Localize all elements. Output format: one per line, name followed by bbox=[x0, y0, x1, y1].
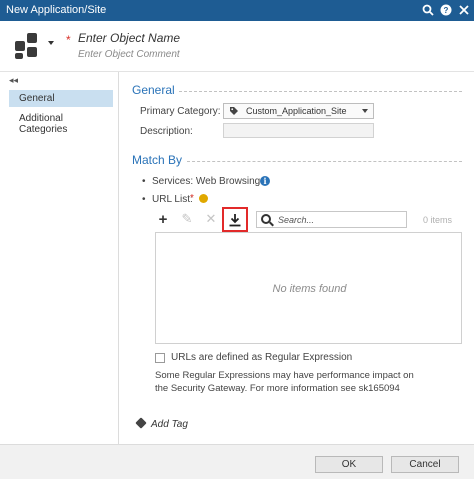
url-list-label: URL List: bbox=[152, 194, 193, 205]
window-title: New Application/Site bbox=[6, 4, 107, 16]
collapse-sidebar-icon[interactable]: ◂◂ bbox=[9, 75, 18, 86]
help-icon[interactable]: ? bbox=[438, 2, 454, 18]
primary-category-value: Custom_Application_Site bbox=[246, 106, 347, 116]
download-icon bbox=[229, 213, 241, 226]
primary-category-label: Primary Category: bbox=[140, 106, 221, 117]
delete-x-icon[interactable]: ✕ bbox=[203, 211, 219, 227]
regex-checkbox-label: URLs are defined as Regular Expression bbox=[171, 352, 353, 363]
add-tag-button[interactable]: Add Tag bbox=[135, 417, 188, 430]
empty-list-message: No items found bbox=[272, 283, 347, 295]
section-divider bbox=[179, 91, 462, 92]
import-button[interactable] bbox=[222, 207, 248, 232]
services-text: Services: Web Browsing bbox=[152, 176, 261, 187]
tag-icon bbox=[230, 107, 238, 115]
object-name-field[interactable]: Enter Object Name bbox=[78, 31, 180, 45]
bullet-icon: • bbox=[142, 176, 146, 187]
chevron-down-icon bbox=[362, 109, 368, 113]
general-section-heading: General bbox=[132, 83, 175, 97]
regex-note: Some Regular Expressions may have perfor… bbox=[155, 370, 414, 394]
dialog-footer: OK Cancel bbox=[0, 444, 474, 479]
bullet-icon: • bbox=[142, 194, 146, 205]
section-divider bbox=[187, 161, 462, 162]
items-count: 0 items bbox=[423, 215, 453, 225]
sidebar-item-general[interactable]: General bbox=[9, 90, 113, 107]
title-bar: New Application/Site ? bbox=[0, 0, 474, 21]
svg-text:?: ? bbox=[444, 6, 449, 15]
match-by-section-heading: Match By bbox=[132, 153, 183, 167]
main-content: General Primary Category: Custom_Applica… bbox=[119, 72, 474, 444]
lightbulb-icon[interactable] bbox=[199, 194, 208, 203]
tag-icon bbox=[135, 417, 147, 429]
description-label: Description: bbox=[140, 126, 193, 137]
add-icon[interactable]: + bbox=[155, 211, 171, 228]
sidebar-item-additional-categories[interactable]: Additional Categories bbox=[9, 110, 113, 135]
regex-checkbox[interactable] bbox=[155, 353, 165, 363]
cancel-button[interactable]: Cancel bbox=[391, 456, 459, 473]
new-application-site-window: New Application/Site ? * Enter Object Na… bbox=[0, 0, 474, 479]
search-input[interactable]: Search... bbox=[256, 211, 407, 228]
close-icon[interactable] bbox=[456, 2, 472, 18]
add-tag-label: Add Tag bbox=[151, 419, 188, 430]
chevron-down-icon[interactable] bbox=[48, 41, 54, 45]
primary-category-select[interactable]: Custom_Application_Site bbox=[223, 103, 374, 119]
url-list[interactable]: No items found bbox=[155, 232, 462, 344]
application-site-icon[interactable] bbox=[15, 33, 41, 59]
edit-pencil-icon[interactable]: ✎ bbox=[179, 211, 195, 227]
object-header: * Enter Object Name Enter Object Comment bbox=[0, 21, 474, 72]
required-marker: * bbox=[66, 33, 71, 47]
required-marker: * bbox=[190, 193, 194, 204]
description-input[interactable] bbox=[223, 123, 374, 138]
sidebar: ◂◂ General Additional Categories bbox=[0, 72, 119, 444]
search-placeholder: Search... bbox=[278, 215, 315, 225]
info-icon[interactable]: i bbox=[260, 176, 270, 186]
search-icon[interactable] bbox=[420, 2, 436, 18]
ok-button[interactable]: OK bbox=[315, 456, 383, 473]
object-comment-field[interactable]: Enter Object Comment bbox=[78, 49, 180, 60]
